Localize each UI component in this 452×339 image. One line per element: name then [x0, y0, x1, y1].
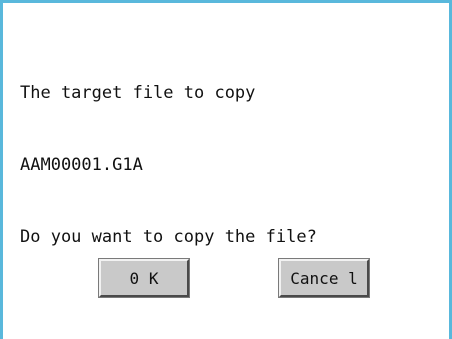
cancel-button[interactable]: Cance l: [278, 258, 370, 298]
ok-button[interactable]: 0 K: [98, 258, 190, 298]
message-line-question: Do you want to copy the file?: [20, 227, 317, 247]
dialog-message: The target file to copy AAM00001.G1A Do …: [20, 33, 440, 297]
message-line-filename: AAM00001.G1A: [20, 155, 143, 175]
message-line-target-label: The target file to copy: [20, 83, 256, 103]
copy-confirm-dialog: The target file to copy AAM00001.G1A Do …: [0, 0, 452, 339]
